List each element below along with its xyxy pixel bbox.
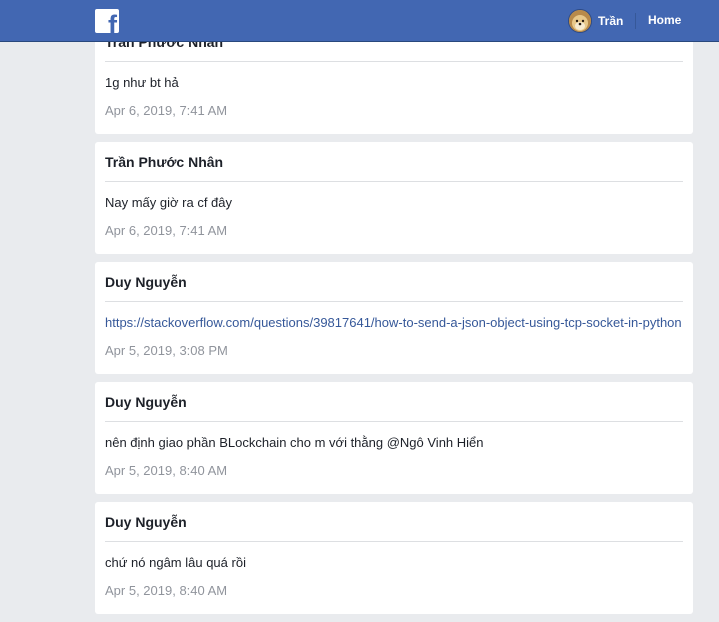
message-timestamp: Apr 6, 2019, 7:41 AM — [105, 223, 228, 238]
message-text: Nay mấy giờ ra cf đây — [105, 195, 233, 210]
message-card: Duy Nguyễn nên định giao phần BLockchain… — [95, 382, 693, 494]
message-timestamp: Apr 5, 2019, 8:40 AM — [105, 463, 228, 478]
message-text: https://stackoverflow.com/questions/3981… — [105, 302, 683, 335]
message-sender[interactable]: Duy Nguyễn — [105, 502, 683, 542]
nav-divider — [635, 13, 636, 29]
message-sender[interactable]: Duy Nguyễn — [105, 382, 683, 422]
message-text: 1g như bt hả — [105, 75, 179, 90]
message-link[interactable]: https://stackoverflow.com/questions/3981… — [105, 315, 682, 330]
message-sender[interactable]: Duy Nguyễn — [105, 262, 683, 302]
message-sender[interactable]: Trần Phước Nhân — [105, 142, 683, 182]
profile-link[interactable]: Trần — [568, 8, 623, 34]
message-text: chứ nó ngâm lâu quá rồi — [105, 555, 246, 570]
message-feed: Trần Phước Nhân 1g như bt hả Apr 6, 2019… — [95, 22, 693, 622]
message-card: Duy Nguyễn chứ nó ngâm lâu quá rồi Apr 5… — [95, 502, 693, 614]
message-text: nên định giao phần BLockchain cho m với … — [105, 435, 484, 450]
message-timestamp: Apr 6, 2019, 7:41 AM — [105, 103, 228, 118]
message-card: Trần Phước Nhân Nay mấy giờ ra cf đây Ap… — [95, 142, 693, 254]
message-timestamp: Apr 5, 2019, 3:08 PM — [105, 343, 228, 358]
home-link[interactable]: Home — [648, 13, 681, 27]
facebook-logo-icon[interactable]: f — [95, 9, 119, 33]
top-navigation-bar: f Trần Home — [0, 0, 719, 42]
message-card: Duy Nguyễn https://stackoverflow.com/que… — [95, 262, 693, 374]
message-timestamp: Apr 5, 2019, 8:40 AM — [105, 583, 228, 598]
avatar[interactable] — [568, 9, 592, 33]
user-name[interactable]: Trần — [598, 14, 623, 28]
